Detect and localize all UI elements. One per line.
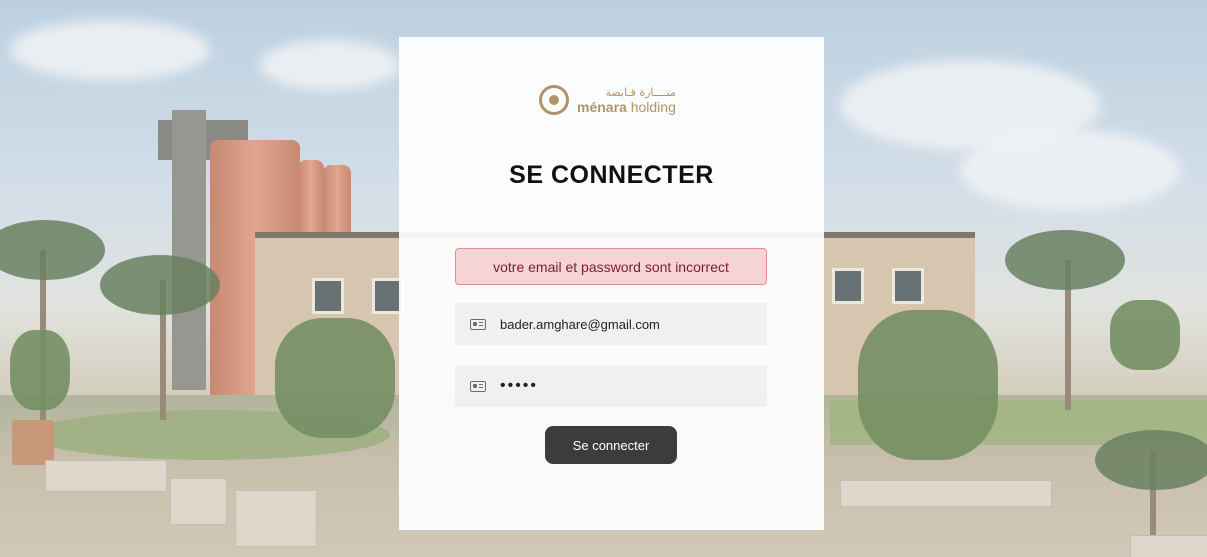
logo-latin-text: ménara holding xyxy=(577,100,676,114)
login-button[interactable]: Se connecter xyxy=(545,426,677,464)
logo-arabic-text: منــــارة قـابضة xyxy=(605,85,676,99)
error-alert-text: votre email et password sont incorrect xyxy=(493,258,729,275)
email-input[interactable] xyxy=(500,316,750,332)
page-title: SE CONNECTER xyxy=(509,161,714,189)
logo-wordmark: منــــارة قـابضة ménara holding xyxy=(577,87,676,114)
id-card-icon xyxy=(470,318,486,330)
email-field[interactable] xyxy=(455,303,767,345)
id-card-icon xyxy=(470,380,486,392)
menara-logo-icon xyxy=(539,85,569,115)
logo-brand-bold: ménara xyxy=(577,98,627,115)
menara-holding-logo: منــــارة قـابضة ménara holding xyxy=(539,85,676,115)
password-input[interactable] xyxy=(500,377,750,395)
password-field[interactable] xyxy=(455,365,767,407)
login-panel: منــــارة قـابضة ménara holding SE CONNE… xyxy=(399,37,824,530)
error-alert: votre email et password sont incorrect xyxy=(455,248,767,285)
logo-brand-light: holding xyxy=(626,98,676,115)
